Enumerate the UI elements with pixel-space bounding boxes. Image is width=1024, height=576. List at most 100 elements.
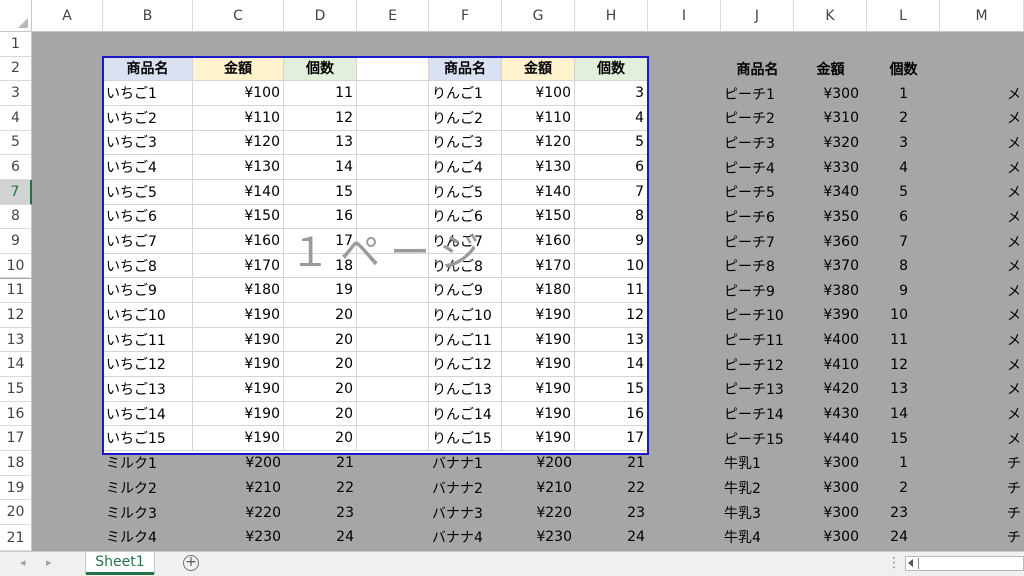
header-cell-group1-0[interactable]: 商品名: [103, 56, 193, 82]
column-header-i[interactable]: I: [648, 0, 721, 32]
column-header-l[interactable]: L: [867, 0, 940, 32]
row-header-16[interactable]: 16: [0, 401, 32, 427]
cell-group3-2-2[interactable]: 3: [867, 131, 940, 156]
cell-group2-9-1[interactable]: ¥190: [502, 303, 575, 328]
cell-group1-5-2[interactable]: 16: [284, 204, 357, 230]
cell-m18[interactable]: チ: [940, 451, 1024, 476]
cell-group3-15-1[interactable]: ¥300: [794, 451, 867, 476]
row-header-17[interactable]: 17: [0, 426, 32, 452]
cell-group1-2-0[interactable]: いちご3: [103, 130, 193, 156]
cell-group1-3-2[interactable]: 14: [284, 155, 357, 180]
cell-group3-8-1[interactable]: ¥380: [794, 279, 867, 304]
cell-group3-7-0[interactable]: ピーチ8: [721, 254, 794, 279]
cell-e8[interactable]: [357, 204, 429, 230]
cell-group3-18-2[interactable]: 24: [867, 525, 940, 550]
header-cell-group1-2[interactable]: 個数: [284, 56, 357, 82]
cell-group3-3-1[interactable]: ¥330: [794, 155, 867, 180]
cell-group1-4-2[interactable]: 15: [284, 179, 357, 205]
row-header-21[interactable]: 21: [0, 525, 32, 551]
cell-group2-7-1[interactable]: ¥170: [502, 253, 575, 279]
cell-group1-7-2[interactable]: 18: [284, 253, 357, 279]
sheet-tab-sheet1[interactable]: Sheet1: [86, 552, 154, 575]
cell-group3-3-2[interactable]: 4: [867, 155, 940, 180]
cell-group2-10-0[interactable]: りんご11: [429, 327, 502, 353]
cell-group1-10-0[interactable]: いちご11: [103, 327, 193, 353]
cell-group3-15-0[interactable]: 牛乳1: [721, 451, 794, 476]
cell-group3-0-0[interactable]: ピーチ1: [721, 81, 794, 106]
cell-group1-6-2[interactable]: 17: [284, 229, 357, 254]
column-header-m[interactable]: M: [940, 0, 1024, 32]
cell-group2-18-1[interactable]: ¥230: [502, 525, 575, 550]
prev-sheet-arrow-icon[interactable]: ◂: [20, 556, 26, 569]
cell-group3-8-0[interactable]: ピーチ9: [721, 279, 794, 304]
cell-group2-16-2[interactable]: 22: [575, 476, 648, 501]
cell-group2-17-1[interactable]: ¥220: [502, 500, 575, 525]
cell-group2-12-0[interactable]: りんご13: [429, 377, 502, 402]
cell-group1-12-1[interactable]: ¥190: [193, 377, 284, 402]
cell-group2-16-1[interactable]: ¥210: [502, 476, 575, 501]
cell-group3-7-2[interactable]: 8: [867, 254, 940, 279]
cell-group3-10-1[interactable]: ¥400: [794, 328, 867, 353]
cell-group1-9-0[interactable]: いちご10: [103, 303, 193, 328]
cell-group1-15-1[interactable]: ¥200: [193, 451, 284, 476]
cell-group3-1-1[interactable]: ¥310: [794, 106, 867, 131]
cell-group3-4-1[interactable]: ¥340: [794, 180, 867, 205]
cell-group3-1-0[interactable]: ピーチ2: [721, 106, 794, 131]
cell-e4[interactable]: [357, 105, 429, 131]
cell-group1-8-0[interactable]: いちご9: [103, 278, 193, 304]
cell-group3-9-1[interactable]: ¥390: [794, 303, 867, 328]
cell-group1-4-0[interactable]: いちご5: [103, 179, 193, 205]
row-header-13[interactable]: 13: [0, 327, 32, 353]
row-header-19[interactable]: 19: [0, 475, 32, 501]
cell-group2-1-0[interactable]: りんご2: [429, 105, 502, 131]
cell-group2-15-0[interactable]: バナナ1: [429, 451, 502, 476]
cell-group3-16-2[interactable]: 2: [867, 476, 940, 501]
cell-group2-18-2[interactable]: 24: [575, 525, 648, 550]
horizontal-scrollbar[interactable]: [905, 556, 1024, 571]
cell-group1-16-2[interactable]: 22: [284, 476, 357, 501]
cell-group2-2-2[interactable]: 5: [575, 130, 648, 156]
cell-group3-18-1[interactable]: ¥300: [794, 525, 867, 550]
cell-group2-12-2[interactable]: 15: [575, 377, 648, 402]
cell-m13[interactable]: メ: [940, 328, 1024, 353]
cell-group2-13-0[interactable]: りんご14: [429, 401, 502, 427]
cell-group1-1-0[interactable]: いちご2: [103, 105, 193, 131]
header-cell-group3-1[interactable]: 金額: [794, 57, 867, 82]
cell-group3-16-1[interactable]: ¥300: [794, 476, 867, 501]
cell-group2-15-1[interactable]: ¥200: [502, 451, 575, 476]
cell-group1-9-2[interactable]: 20: [284, 303, 357, 328]
cell-group2-14-2[interactable]: 17: [575, 426, 648, 452]
cell-group2-10-1[interactable]: ¥190: [502, 327, 575, 353]
cell-group1-2-1[interactable]: ¥120: [193, 130, 284, 156]
row-header-9[interactable]: 9: [0, 229, 32, 254]
cell-group1-10-1[interactable]: ¥190: [193, 327, 284, 353]
cell-group2-4-2[interactable]: 7: [575, 179, 648, 205]
cell-group3-14-2[interactable]: 15: [867, 426, 940, 451]
column-header-a[interactable]: A: [32, 0, 103, 32]
cell-group2-12-1[interactable]: ¥190: [502, 377, 575, 402]
cell-group1-14-0[interactable]: いちご15: [103, 426, 193, 452]
cell-group2-0-2[interactable]: 3: [575, 81, 648, 106]
column-header-g[interactable]: G: [502, 0, 575, 32]
cell-m4[interactable]: メ: [940, 106, 1024, 131]
cell-e15[interactable]: [357, 377, 429, 402]
header-cell-group3-2[interactable]: 個数: [867, 57, 940, 82]
cell-group1-14-1[interactable]: ¥190: [193, 426, 284, 452]
column-header-d[interactable]: D: [284, 0, 357, 32]
cell-group1-18-0[interactable]: ミルク4: [103, 525, 193, 550]
cell-m7[interactable]: メ: [940, 180, 1024, 205]
row-header-5[interactable]: 5: [0, 130, 32, 156]
cell-group2-8-2[interactable]: 11: [575, 278, 648, 304]
cell-m17[interactable]: メ: [940, 426, 1024, 451]
cell-group1-6-0[interactable]: いちご7: [103, 229, 193, 254]
cell-group3-13-2[interactable]: 14: [867, 402, 940, 427]
row-header-11[interactable]: 11: [0, 278, 32, 304]
cell-group3-13-0[interactable]: ピーチ14: [721, 402, 794, 427]
cell-group3-5-1[interactable]: ¥350: [794, 205, 867, 230]
cell-group2-7-2[interactable]: 10: [575, 253, 648, 279]
cell-group2-0-1[interactable]: ¥100: [502, 81, 575, 106]
cell-group1-5-1[interactable]: ¥150: [193, 204, 284, 230]
row-header-14[interactable]: 14: [0, 352, 32, 378]
cell-group2-11-0[interactable]: りんご12: [429, 352, 502, 378]
cell-group2-4-1[interactable]: ¥140: [502, 179, 575, 205]
